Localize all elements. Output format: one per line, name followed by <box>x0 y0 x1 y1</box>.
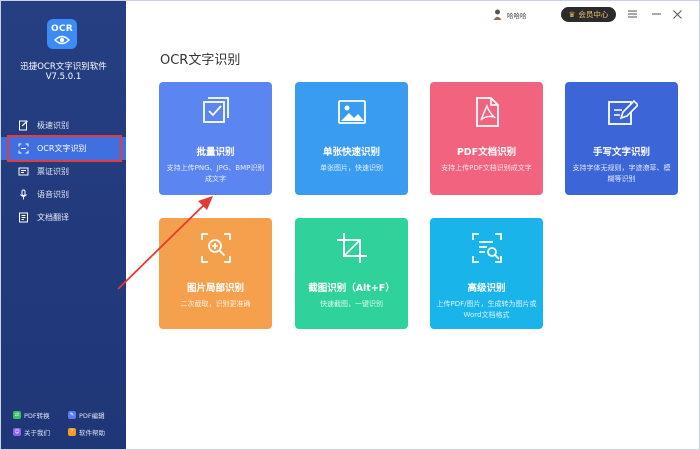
pdf-edit-link[interactable]: ✎ PDF编辑 <box>68 410 123 420</box>
card-pdf-recognition[interactable]: PDF文档识别 支持上传PDF文档识别成文字 <box>430 82 543 195</box>
sidebar-item-voice[interactable]: 语音识别 <box>1 183 126 206</box>
vip-center-button[interactable]: ♛ 会员中心 <box>561 7 616 22</box>
card-desc: 快速截图，一键识别 <box>320 300 383 308</box>
card-screenshot[interactable]: 截图识别（Alt+F） 快速截图，一键识别 <box>295 218 408 329</box>
link-label: 关于我们 <box>24 428 50 437</box>
app-logo: OCR <box>47 19 77 49</box>
card-handwriting[interactable]: 手写文字识别 支持字体无规则，字迹潦草、模糊等识别 <box>565 82 678 195</box>
sidebar-item-translate[interactable]: 文档翻译 <box>1 206 126 229</box>
avatar[interactable] <box>493 9 502 20</box>
card-desc: 上传PDF/图片，生成转为图片或Word文档格式 <box>436 300 537 319</box>
sidebar-item-fast-recognition[interactable]: 极速识别 <box>1 114 126 137</box>
minimize-icon <box>651 13 661 15</box>
advanced-search-icon <box>472 233 502 263</box>
card-desc: 二次截取，识别更准确 <box>180 300 251 308</box>
app-version: V7.5.0.1 <box>45 72 82 82</box>
pdf-icon <box>476 97 499 127</box>
sidebar: OCR 迅捷OCR文字识别软件 V7.5.0.1 极速识别 OCR文字识别 票证… <box>1 1 126 449</box>
card-title: 单张快速识别 <box>322 147 380 158</box>
app-name: 迅捷OCR文字识别软件 <box>20 62 107 72</box>
card-title: 批量识别 <box>196 147 235 158</box>
crown-icon: ♛ <box>568 10 576 19</box>
sidebar-bottom-links: ⇄ PDF转换 ✎ PDF编辑 ☺ 关于我们 ? 软件帮助 <box>13 406 123 440</box>
pdf-convert-icon: ⇄ <box>13 410 21 419</box>
highlight-box <box>7 135 122 162</box>
menu-icon <box>627 10 637 18</box>
link-label: PDF转换 <box>24 411 50 420</box>
card-single-fast[interactable]: 单张快速识别 单张图片，快速识别 <box>295 82 408 195</box>
batch-check-icon <box>203 97 229 123</box>
card-desc: 支持上传PDF文档识别成文字 <box>441 164 532 172</box>
sidebar-item-ocr[interactable]: OCR文字识别 <box>1 135 126 162</box>
minimize-button[interactable] <box>650 7 662 21</box>
logo-text: OCR <box>50 23 74 34</box>
microphone-icon <box>18 189 29 200</box>
about-icon: ☺ <box>13 427 21 436</box>
close-icon <box>672 9 682 19</box>
crop-icon <box>337 233 367 263</box>
card-desc: 支持字体无规则，字迹潦草、模糊等识别 <box>572 164 671 183</box>
card-batch-recognition[interactable]: 批量识别 支持上传PNG、JPG、BMP识别成文字 <box>159 82 272 195</box>
card-advanced[interactable]: 高级识别 上传PDF/图片，生成转为图片或Word文档格式 <box>430 218 543 329</box>
card-desc: 支持上传PNG、JPG、BMP识别成文字 <box>166 164 265 183</box>
sidebar-item-label: 文档翻译 <box>37 213 69 222</box>
translate-icon <box>18 212 29 223</box>
ticket-icon <box>18 166 29 177</box>
scan-doc-icon <box>18 120 29 131</box>
help-icon: ? <box>68 427 76 436</box>
sidebar-item-label: 票证识别 <box>37 167 69 176</box>
card-title: 高级识别 <box>467 283 506 294</box>
vip-label: 会员中心 <box>578 10 609 19</box>
help-link[interactable]: ? 软件帮助 <box>68 427 123 437</box>
sidebar-nav: 极速识别 OCR文字识别 票证识别 语音识别 文档翻译 <box>1 114 126 229</box>
card-desc: 单张图片，快速识别 <box>320 164 383 172</box>
about-link[interactable]: ☺ 关于我们 <box>13 427 68 437</box>
username[interactable]: 哈哈哈 <box>507 10 527 20</box>
close-button[interactable] <box>671 7 683 21</box>
pdf-edit-icon: ✎ <box>68 410 76 419</box>
sidebar-item-label: 语音识别 <box>37 190 69 199</box>
eye-icon <box>54 35 70 44</box>
image-icon <box>338 100 366 124</box>
sidebar-item-ticket[interactable]: 票证识别 <box>1 160 126 183</box>
link-label: PDF编辑 <box>79 411 105 420</box>
card-title: PDF文档识别 <box>456 147 517 158</box>
card-title: 截图识别（Alt+F） <box>308 283 395 294</box>
link-label: 软件帮助 <box>79 428 105 437</box>
page-title: OCR文字识别 <box>160 53 241 68</box>
zoom-crop-icon <box>201 233 231 263</box>
handwriting-icon <box>608 99 638 125</box>
sidebar-item-label: 极速识别 <box>37 121 69 130</box>
card-partial-image[interactable]: 图片局部识别 二次截取，识别更准确 <box>159 218 272 329</box>
pdf-convert-link[interactable]: ⇄ PDF转换 <box>13 410 68 420</box>
card-title: 手写文字识别 <box>592 147 650 158</box>
menu-button[interactable] <box>626 7 638 21</box>
card-title: 图片局部识别 <box>186 283 244 294</box>
